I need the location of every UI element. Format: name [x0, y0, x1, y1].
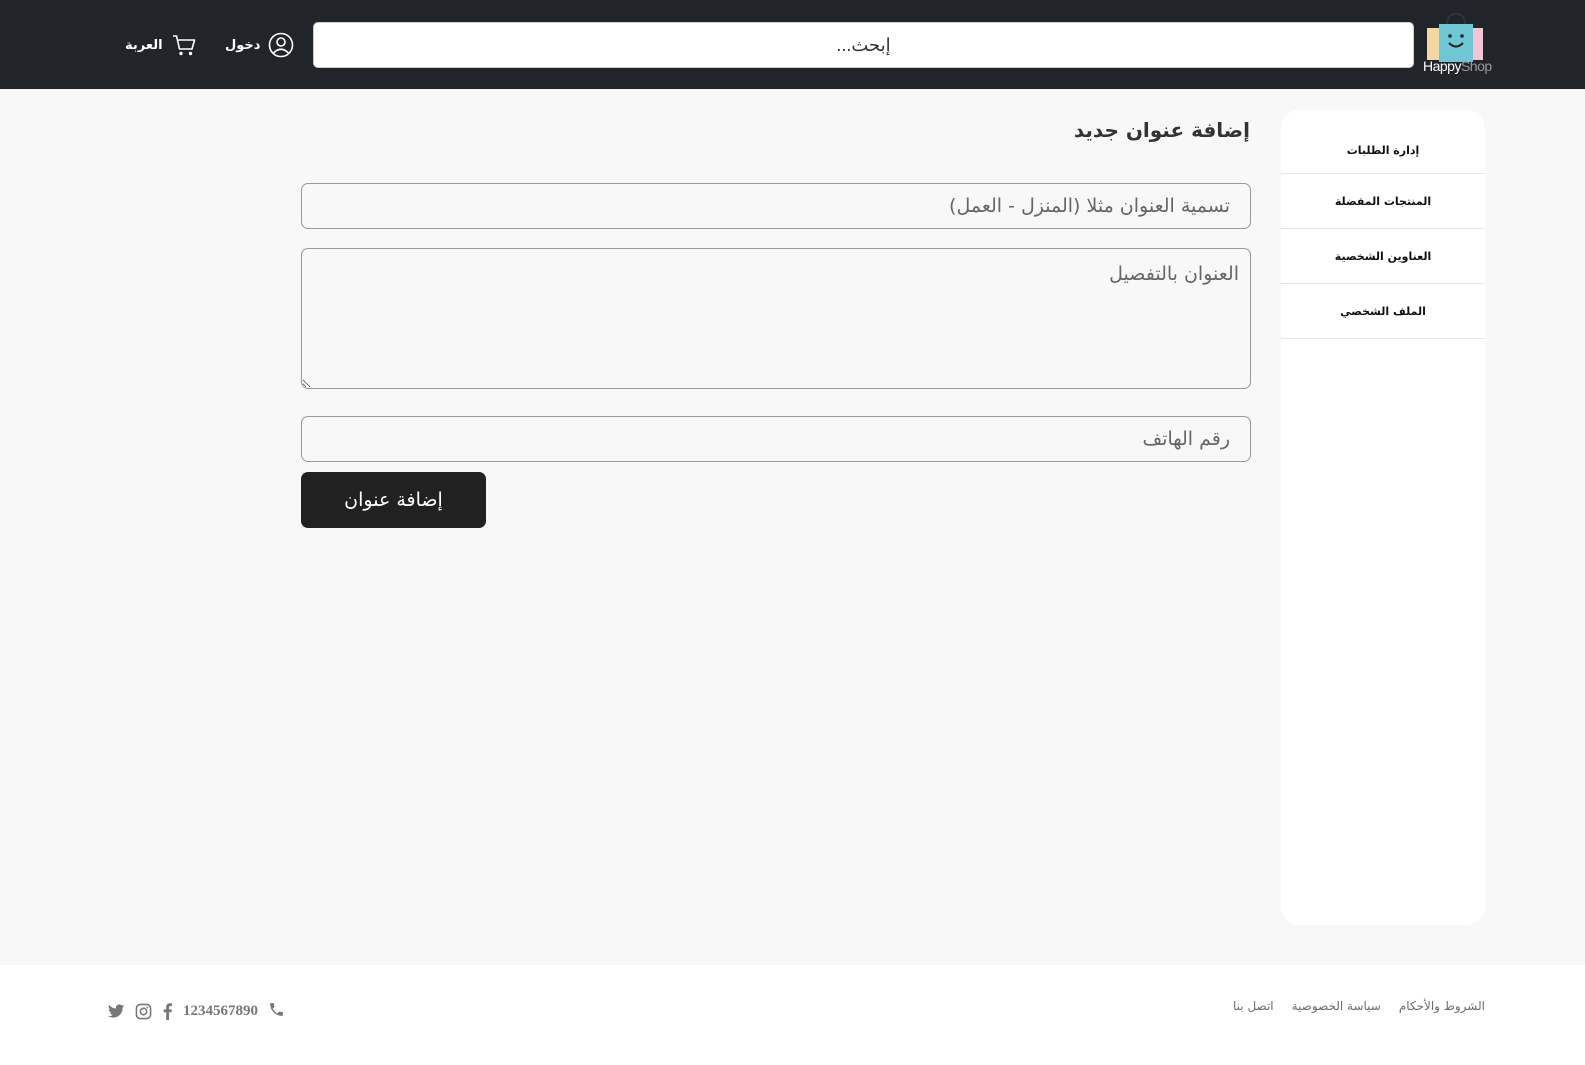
sidebar-item-orders[interactable]: إدارة الطلبات [1281, 128, 1485, 174]
facebook-icon[interactable] [162, 1003, 173, 1020]
sidebar-item-profile[interactable]: الملف الشخصي [1281, 284, 1485, 339]
footer: الشروط والأحكام سياسة الخصوصية اتصل بنا … [0, 965, 1585, 1065]
search-input[interactable] [313, 22, 1414, 68]
sidebar-item-addresses[interactable]: العناوين الشخصية [1281, 229, 1485, 284]
cart-button[interactable]: العربة [125, 30, 197, 60]
account-sidebar: إدارة الطلبات المنتجات المفضلة العناوين … [1281, 110, 1485, 925]
top-navbar: HappyShop دخول العربة [0, 0, 1585, 89]
logo-word-happy: Happy [1423, 58, 1461, 74]
user-circle-icon [269, 32, 294, 58]
phone-icon [268, 1001, 285, 1022]
cart-icon [172, 35, 195, 56]
instagram-icon[interactable] [135, 1003, 152, 1020]
footer-contact: 1234567890 [108, 1001, 285, 1022]
sidebar-item-favorites[interactable]: المنتجات المفضلة [1281, 174, 1485, 229]
contact-link[interactable]: اتصل بنا [1233, 999, 1274, 1013]
logo-word-shop: Shop [1460, 58, 1492, 74]
add-address-button[interactable]: إضافة عنوان [301, 472, 486, 528]
privacy-link[interactable]: سياسة الخصوصية [1292, 999, 1381, 1013]
login-button[interactable]: دخول [225, 30, 294, 60]
footer-links: الشروط والأحكام سياسة الخصوصية اتصل بنا [1233, 999, 1485, 1013]
address-details-textarea[interactable] [301, 248, 1251, 389]
login-label: دخول [225, 37, 261, 53]
phone-input[interactable] [301, 416, 1251, 462]
terms-link[interactable]: الشروط والأحكام [1399, 999, 1485, 1013]
footer-phone-number: 1234567890 [183, 1003, 258, 1019]
address-label-input[interactable] [301, 183, 1251, 229]
page-title: إضافة عنوان جديد [1073, 118, 1250, 142]
twitter-icon[interactable] [108, 1004, 125, 1019]
logo-text[interactable]: HappyShop [1423, 58, 1492, 74]
cart-label: العربة [125, 37, 163, 53]
